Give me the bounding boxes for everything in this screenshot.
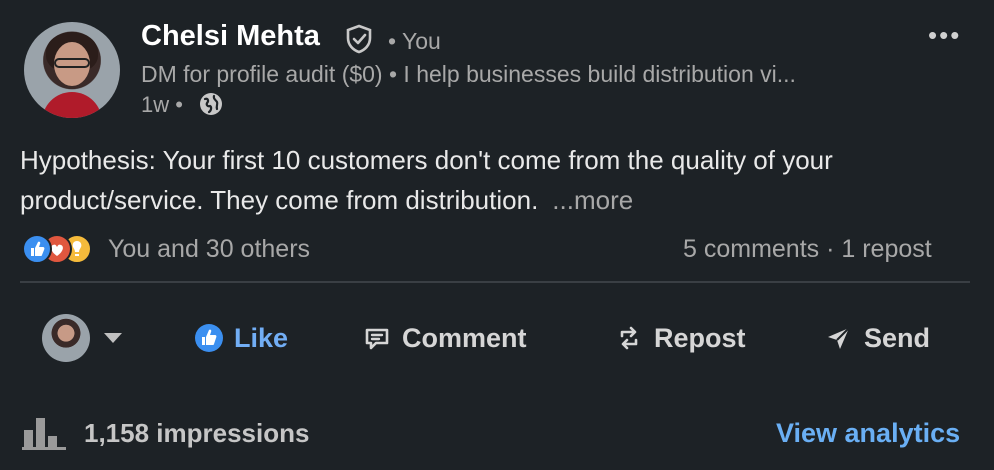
send-icon bbox=[828, 327, 850, 349]
author-headline: DM for profile audit ($0) • I help busin… bbox=[141, 61, 796, 87]
author-avatar[interactable] bbox=[24, 22, 120, 118]
analytics-bars-icon bbox=[22, 418, 66, 450]
comment-label: Comment bbox=[402, 322, 527, 353]
repost-icon bbox=[620, 326, 638, 350]
impressions-count[interactable]: 1,158 impressions bbox=[84, 418, 309, 449]
repost-label: Repost bbox=[654, 322, 746, 353]
see-more-link[interactable]: ...more bbox=[552, 185, 633, 215]
globe-icon bbox=[200, 93, 222, 115]
send-button[interactable]: Send bbox=[824, 318, 930, 358]
comment-button[interactable]: Comment bbox=[362, 318, 527, 358]
comments-reposts-count[interactable]: 5 comments · 1 repost bbox=[683, 235, 932, 264]
repost-button[interactable]: Repost bbox=[614, 318, 746, 358]
you-label: • You bbox=[388, 28, 441, 54]
send-label: Send bbox=[864, 322, 931, 353]
post-body: Hypothesis: Your first 10 customers don'… bbox=[20, 145, 833, 215]
view-analytics-link[interactable]: View analytics bbox=[776, 418, 960, 449]
actor-avatar[interactable] bbox=[42, 314, 90, 362]
like-reaction-icon bbox=[22, 234, 52, 264]
like-icon bbox=[195, 324, 223, 352]
more-options-icon[interactable]: ••• bbox=[928, 20, 961, 51]
author-name[interactable]: Chelsi Mehta bbox=[141, 20, 320, 53]
like-button[interactable]: Like bbox=[194, 318, 288, 358]
chevron-down-icon[interactable] bbox=[104, 333, 122, 343]
reactions-count[interactable]: You and 30 others bbox=[108, 235, 310, 264]
verified-shield-icon bbox=[346, 24, 372, 54]
divider bbox=[20, 281, 970, 283]
reaction-icons[interactable] bbox=[22, 234, 102, 264]
like-label: Like bbox=[234, 322, 289, 353]
post-text: Hypothesis: Your first 10 customers don'… bbox=[20, 140, 970, 220]
post-time: 1w • bbox=[141, 92, 183, 117]
comment-icon bbox=[365, 328, 389, 350]
